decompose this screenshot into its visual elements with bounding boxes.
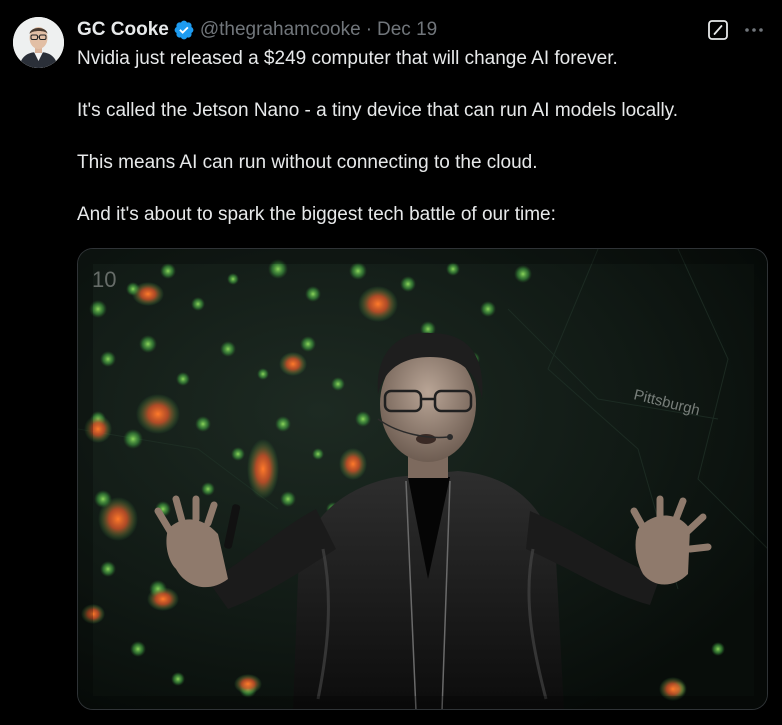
media-label-left: 10 <box>92 267 116 292</box>
display-name[interactable]: GC Cooke <box>77 19 169 41</box>
grok-icon[interactable] <box>706 18 730 42</box>
tweet-media-image[interactable]: 10 Pittsburgh <box>77 248 768 710</box>
tweet-actions-top <box>706 18 766 42</box>
media-photo: 10 Pittsburgh <box>78 249 767 709</box>
more-options-icon <box>745 28 763 32</box>
tweet-paragraph: And it's about to spark the biggest tech… <box>77 204 556 225</box>
avatar-image <box>13 17 64 68</box>
tweet-paragraph: It's called the Jetson Nano - a tiny dev… <box>77 100 679 121</box>
tweet-text: Nvidia just released a $249 computer tha… <box>77 46 767 254</box>
handle[interactable]: @thegrahamcooke <box>200 19 361 41</box>
avatar[interactable] <box>13 17 64 68</box>
tweet[interactable]: GC Cooke @thegrahamcooke · Dec 19 Nvidia… <box>0 0 782 725</box>
verified-badge-icon <box>174 20 194 40</box>
tweet-paragraph: This means AI can run without connecting… <box>77 152 538 173</box>
more-options-button[interactable] <box>742 18 766 42</box>
tweet-date[interactable]: Dec 19 <box>377 19 437 41</box>
separator-dot: · <box>365 19 373 40</box>
tweet-paragraph: Nvidia just released a $249 computer tha… <box>77 48 618 69</box>
tweet-header: GC Cooke @thegrahamcooke · Dec 19 <box>77 17 437 43</box>
